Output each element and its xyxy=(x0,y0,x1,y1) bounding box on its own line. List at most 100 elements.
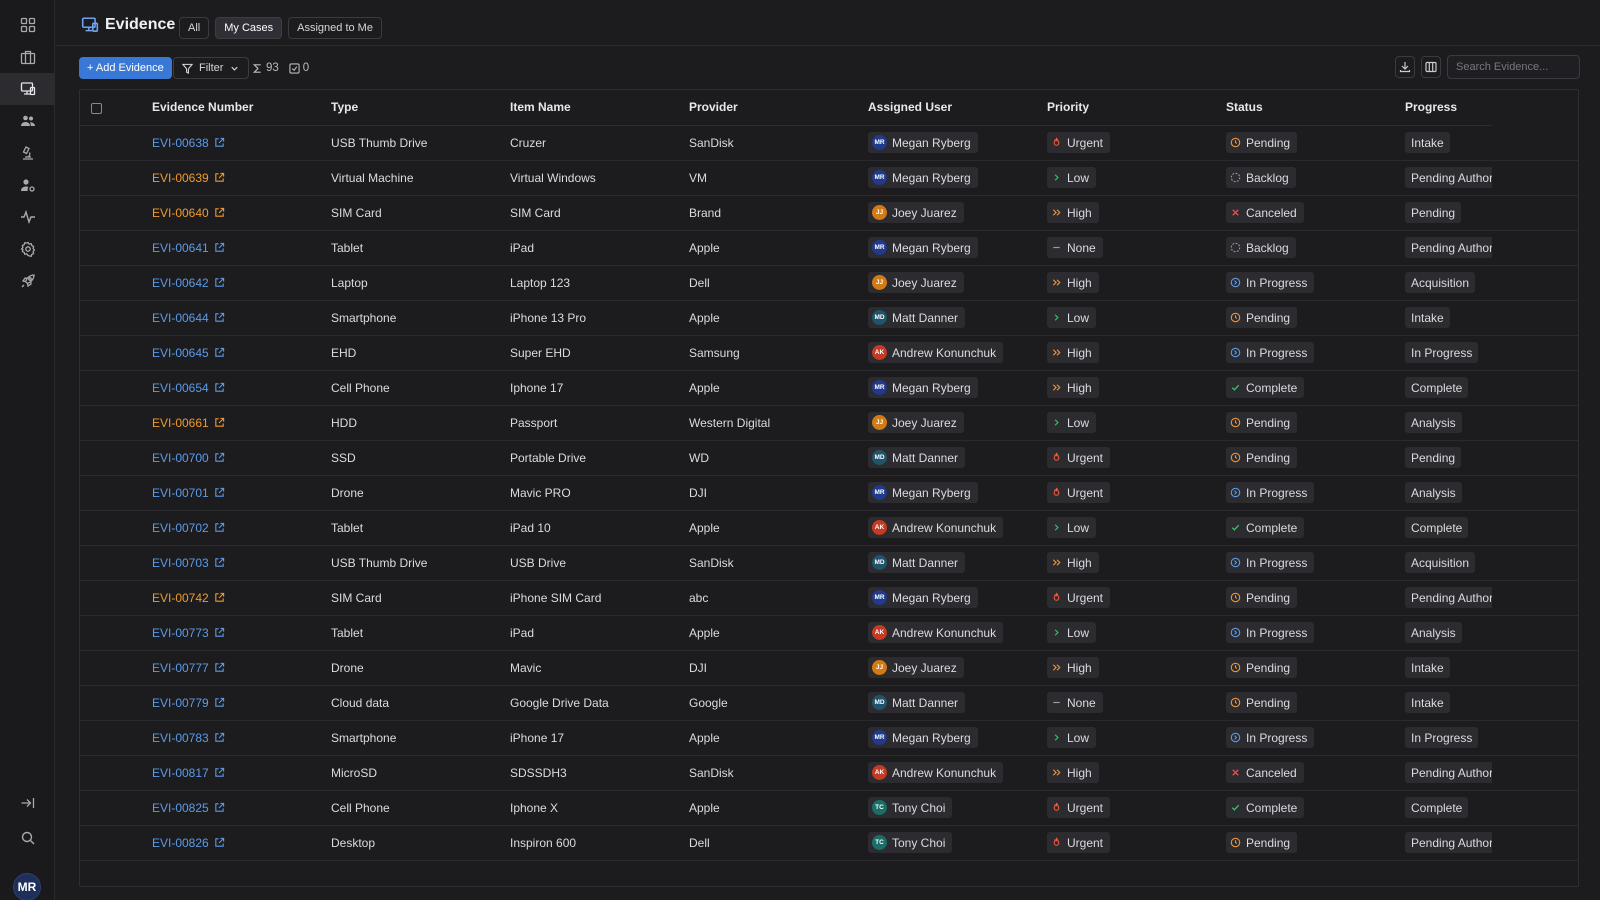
priority-chip[interactable]: Low xyxy=(1047,307,1097,328)
table-row[interactable]: EVI-00703 USB Thumb Drive USB Drive SanDisk… xyxy=(80,545,1578,581)
priority-chip[interactable]: High xyxy=(1047,762,1099,783)
priority-chip[interactable]: High xyxy=(1047,377,1099,398)
user-chip[interactable]: MD Matt Danner xyxy=(868,692,966,713)
progress-chip[interactable]: Pending xyxy=(1405,447,1462,468)
evidence-number-link[interactable]: EVI-00661 xyxy=(152,416,225,430)
status-chip[interactable]: Complete xyxy=(1226,517,1305,538)
progress-chip[interactable]: Intake xyxy=(1405,132,1450,153)
user-chip[interactable]: JJ Joey Juarez xyxy=(868,657,964,678)
priority-chip[interactable]: Low xyxy=(1047,727,1097,748)
status-chip[interactable]: In Progress xyxy=(1226,482,1315,503)
user-chip[interactable]: MR Megan Ryberg xyxy=(868,377,978,398)
status-chip[interactable]: Backlog xyxy=(1226,237,1296,258)
evidence-number-link[interactable]: EVI-00640 xyxy=(152,206,225,220)
tab-assigned-to-me[interactable]: Assigned to Me xyxy=(288,17,382,39)
tab-all[interactable]: All xyxy=(179,17,210,39)
user-avatar[interactable]: MR xyxy=(13,873,41,900)
status-chip[interactable]: Canceled xyxy=(1226,202,1304,223)
sidebar-item-activity[interactable] xyxy=(0,201,55,233)
table-row[interactable]: EVI-00742 SIM Card iPhone SIM Card abc MR Meg… xyxy=(80,580,1578,616)
priority-chip[interactable]: Urgent xyxy=(1047,447,1111,468)
collapse-sidebar-button[interactable] xyxy=(0,787,55,819)
progress-chip[interactable]: Acquisition xyxy=(1405,552,1476,573)
user-chip[interactable]: MR Megan Ryberg xyxy=(868,237,978,258)
user-chip[interactable]: AK Andrew Konunchuk xyxy=(868,762,1004,783)
table-row[interactable]: EVI-00783 Smartphone iPhone 17 Apple MR Megan… xyxy=(80,720,1578,756)
evidence-number-link[interactable]: EVI-00779 xyxy=(152,696,225,710)
progress-chip[interactable]: Complete xyxy=(1405,517,1469,538)
progress-chip[interactable]: Acquisition xyxy=(1405,272,1476,293)
status-chip[interactable]: Canceled xyxy=(1226,762,1304,783)
priority-chip[interactable]: Low xyxy=(1047,167,1097,188)
user-chip[interactable]: TC Tony Choi xyxy=(868,797,953,818)
table-row[interactable]: EVI-00773 Tablet iPad Apple AK Andrew Konunch… xyxy=(80,615,1578,651)
priority-chip[interactable]: Low xyxy=(1047,412,1097,433)
user-chip[interactable]: MR Megan Ryberg xyxy=(868,727,978,748)
column-header[interactable]: Assigned User xyxy=(868,90,1047,126)
status-chip[interactable]: Pending xyxy=(1226,132,1298,153)
priority-chip[interactable]: Urgent xyxy=(1047,587,1111,608)
status-chip[interactable]: Pending xyxy=(1226,692,1298,713)
progress-chip[interactable]: In Progress xyxy=(1405,342,1479,363)
table-row[interactable]: EVI-00654 Cell Phone Iphone 17 Apple MR Megan… xyxy=(80,370,1578,406)
progress-chip[interactable]: Complete xyxy=(1405,377,1469,398)
status-chip[interactable]: Pending xyxy=(1226,307,1298,328)
progress-chip[interactable]: Pending Authority xyxy=(1405,237,1492,258)
priority-chip[interactable]: High xyxy=(1047,552,1099,573)
table-row[interactable]: EVI-00701 Drone Mavic PRO DJI MR Megan Ryberg… xyxy=(80,475,1578,511)
user-chip[interactable]: JJ Joey Juarez xyxy=(868,202,964,223)
evidence-number-link[interactable]: EVI-00825 xyxy=(152,801,225,815)
global-search-button[interactable] xyxy=(0,822,55,854)
column-header[interactable]: Provider xyxy=(689,90,868,126)
progress-chip[interactable]: In Progress xyxy=(1405,727,1479,748)
user-chip[interactable]: MR Megan Ryberg xyxy=(868,132,978,153)
column-header[interactable]: Type xyxy=(331,90,510,126)
column-header[interactable]: Evidence Number xyxy=(152,90,331,126)
user-chip[interactable]: MD Matt Danner xyxy=(868,447,966,468)
column-header[interactable]: Priority xyxy=(1047,90,1226,126)
table-row[interactable]: EVI-00638 USB Thumb Drive Cruzer SanDisk MR M… xyxy=(80,125,1578,161)
table-row[interactable]: EVI-00825 Cell Phone Iphone X Apple TC Tony C… xyxy=(80,790,1578,826)
sidebar-item-people[interactable] xyxy=(0,105,55,137)
user-chip[interactable]: AK Andrew Konunchuk xyxy=(868,342,1004,363)
search-input[interactable] xyxy=(1447,55,1580,79)
sidebar-item-user-settings[interactable] xyxy=(0,169,55,201)
priority-chip[interactable]: High xyxy=(1047,202,1099,223)
tab-my-cases[interactable]: My Cases xyxy=(215,17,283,39)
status-chip[interactable]: In Progress xyxy=(1226,342,1315,363)
status-chip[interactable]: Pending xyxy=(1226,412,1298,433)
progress-chip[interactable]: Pending Authority xyxy=(1405,167,1492,188)
evidence-number-link[interactable]: EVI-00645 xyxy=(152,346,225,360)
priority-chip[interactable]: None xyxy=(1047,237,1103,258)
status-chip[interactable]: Backlog xyxy=(1226,167,1296,188)
export-button[interactable] xyxy=(1395,56,1415,78)
column-header[interactable]: Status xyxy=(1226,90,1405,126)
priority-chip[interactable]: Urgent xyxy=(1047,132,1111,153)
status-chip[interactable]: Complete xyxy=(1226,797,1305,818)
progress-chip[interactable]: Analysis xyxy=(1405,622,1462,643)
progress-chip[interactable]: Intake xyxy=(1405,307,1450,328)
evidence-number-link[interactable]: EVI-00777 xyxy=(152,661,225,675)
evidence-number-link[interactable]: EVI-00783 xyxy=(152,731,225,745)
progress-chip[interactable]: Analysis xyxy=(1405,482,1462,503)
evidence-number-link[interactable]: EVI-00639 xyxy=(152,171,225,185)
column-header[interactable]: Progress xyxy=(1405,90,1492,126)
evidence-number-link[interactable]: EVI-00700 xyxy=(152,451,225,465)
status-chip[interactable]: Complete xyxy=(1226,377,1305,398)
table-row[interactable]: EVI-00640 SIM Card SIM Card Brand JJ Joey Jua… xyxy=(80,195,1578,231)
sidebar-item-lab[interactable] xyxy=(0,137,55,169)
evidence-number-link[interactable]: EVI-00638 xyxy=(152,136,225,150)
status-chip[interactable]: In Progress xyxy=(1226,727,1315,748)
table-row[interactable]: EVI-00645 EHD Super EHD Samsung AK Andrew Kon… xyxy=(80,335,1578,371)
sidebar-item-launch[interactable] xyxy=(0,265,55,297)
user-chip[interactable]: AK Andrew Konunchuk xyxy=(868,622,1004,643)
evidence-number-link[interactable]: EVI-00702 xyxy=(152,521,225,535)
sidebar-item-dashboard[interactable] xyxy=(0,9,55,41)
priority-chip[interactable]: High xyxy=(1047,342,1099,363)
progress-chip[interactable]: Complete xyxy=(1405,797,1469,818)
progress-chip[interactable]: Pending xyxy=(1405,202,1462,223)
status-chip[interactable]: Pending xyxy=(1226,587,1298,608)
priority-chip[interactable]: Urgent xyxy=(1047,832,1111,853)
priority-chip[interactable]: Urgent xyxy=(1047,482,1111,503)
evidence-number-link[interactable]: EVI-00826 xyxy=(152,836,225,850)
